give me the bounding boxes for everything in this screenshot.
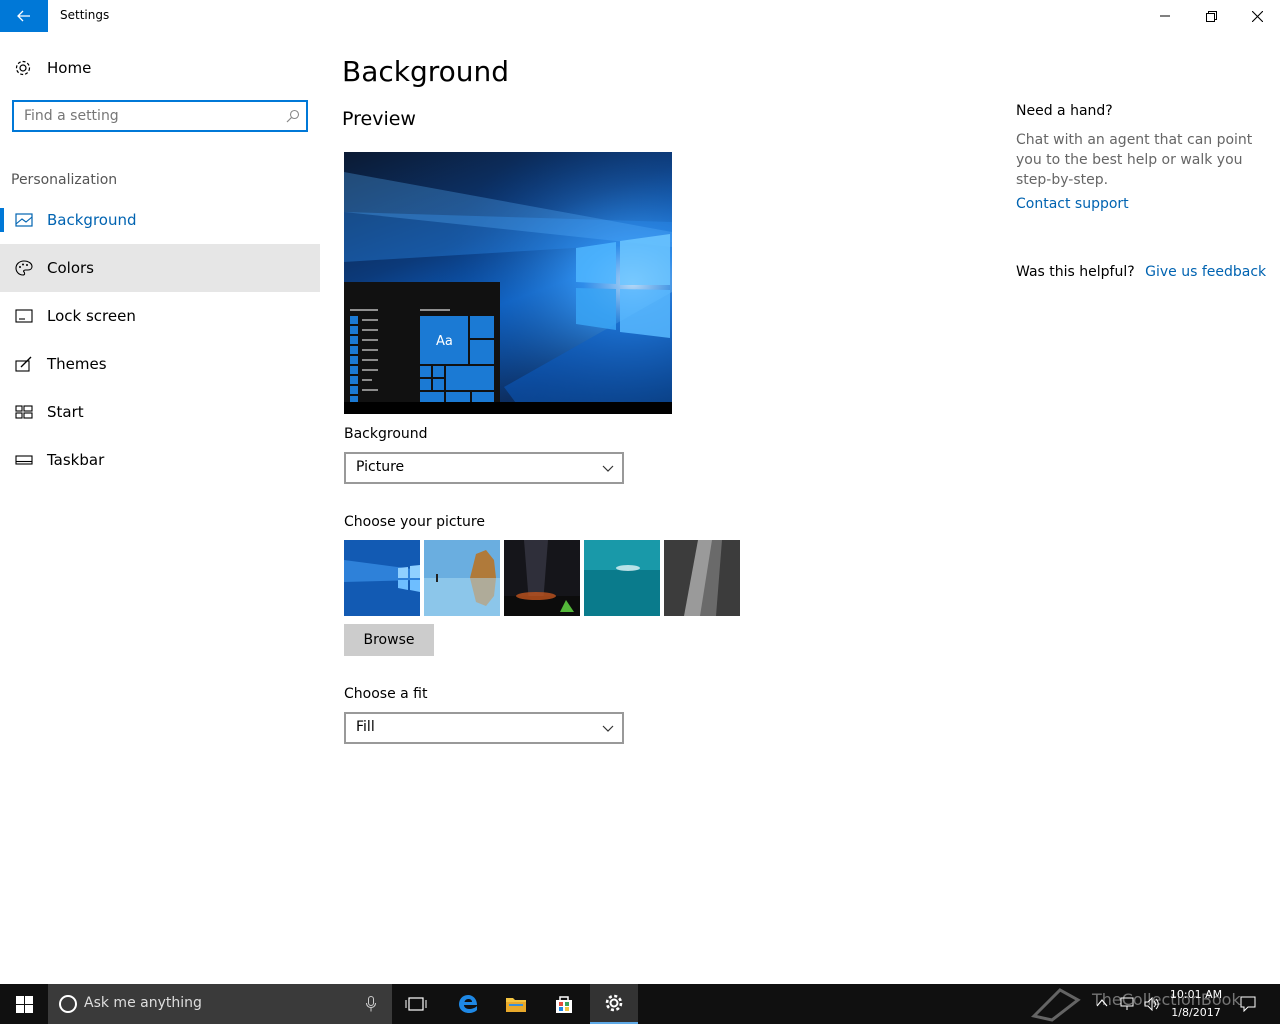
clock-time[interactable]: 10:01 AM [1166, 988, 1226, 1001]
choose-fit-label: Choose a fit [344, 686, 428, 702]
edge-browser-button[interactable] [444, 984, 492, 1024]
sidebar-item-taskbar[interactable]: Taskbar [0, 436, 320, 484]
helpful-row: Was this helpful? Give us feedback [1016, 264, 1266, 280]
volume-icon[interactable] [1144, 997, 1160, 1011]
windows-logo-icon [15, 995, 33, 1013]
picture-thumbnail-underwater[interactable] [584, 540, 660, 616]
background-dropdown-value: Picture [356, 459, 405, 475]
file-explorer-button[interactable] [492, 984, 540, 1024]
restore-icon [1205, 10, 1217, 22]
feedback-link[interactable]: Give us feedback [1145, 264, 1266, 280]
page-title: Background [342, 55, 510, 88]
network-icon[interactable] [1120, 997, 1134, 1011]
edge-icon [459, 995, 477, 1013]
help-text: Chat with an agent that can point you to… [1016, 132, 1253, 188]
sidebar-item-background[interactable]: Background [0, 196, 320, 244]
chevron-down-icon [602, 725, 614, 732]
sidebar-item-colors[interactable]: Colors [0, 244, 320, 292]
task-view-button[interactable] [392, 984, 440, 1024]
sidebar: Home Find a setting Personalization Back… [0, 32, 320, 984]
cortana-search-box[interactable]: Ask me anything [48, 984, 392, 1024]
sidebar-item-themes[interactable]: Themes [0, 340, 320, 388]
cortana-placeholder: Ask me anything [84, 995, 202, 1011]
chevron-down-icon [602, 465, 614, 472]
store-bag-icon [556, 996, 572, 1013]
preview-start-menu: Aa [344, 282, 500, 404]
choose-picture-label: Choose your picture [344, 514, 485, 530]
home-label: Home [47, 59, 92, 77]
help-title: Need a hand? [1016, 103, 1113, 119]
minimize-icon [1160, 15, 1170, 17]
search-input[interactable]: Find a setting [12, 100, 308, 132]
taskbar: Ask me anything TheCollectionBook 10:01 … [0, 984, 1280, 1024]
helpful-label: Was this helpful? [1016, 264, 1135, 280]
close-icon [1251, 10, 1263, 22]
browse-button[interactable]: Browse [344, 624, 434, 656]
back-button[interactable] [0, 0, 48, 32]
back-arrow-icon [17, 10, 30, 22]
restore-button[interactable] [1188, 0, 1234, 32]
settings-taskbar-button[interactable] [590, 984, 638, 1024]
gear-icon [15, 60, 31, 76]
picture-thumbnail-beach[interactable] [424, 540, 500, 616]
home-nav-item[interactable]: Home [0, 52, 320, 84]
picture-icon [15, 213, 33, 227]
folder-icon [506, 998, 526, 1012]
show-hidden-icons-chevron[interactable] [1096, 998, 1108, 1008]
preview-heading: Preview [342, 108, 416, 130]
themes-brush-icon [15, 356, 32, 372]
task-view-icon [405, 997, 427, 1011]
taskbar-icon [15, 455, 33, 465]
close-button[interactable] [1234, 0, 1280, 32]
search-icon [286, 109, 300, 123]
window-title: Settings [60, 8, 110, 22]
search-placeholder: Find a setting [24, 108, 119, 124]
picture-thumbnail-windows[interactable] [344, 540, 420, 616]
preview-tiles [350, 309, 494, 402]
background-label: Background [344, 426, 428, 442]
sidebar-item-start[interactable]: Start [0, 388, 320, 436]
start-button[interactable] [0, 984, 48, 1024]
selection-indicator [0, 208, 4, 232]
gear-icon [605, 994, 623, 1012]
desktop-preview: Aa [344, 152, 672, 414]
book-watermark-icon [1031, 988, 1081, 1022]
sidebar-item-label: Themes [47, 355, 107, 373]
sidebar-item-label: Background [47, 211, 137, 229]
preview-tile-text: Aa [436, 334, 453, 349]
clock-date[interactable]: 1/8/2017 [1166, 1006, 1226, 1019]
picture-thumbnail-rock[interactable] [664, 540, 740, 616]
sidebar-item-lock-screen[interactable]: Lock screen [0, 292, 320, 340]
lock-screen-icon [15, 309, 33, 323]
fit-dropdown[interactable]: Fill [344, 712, 624, 744]
palette-icon [15, 260, 33, 276]
microphone-icon[interactable] [366, 996, 376, 1012]
fit-dropdown-value: Fill [356, 719, 375, 735]
sidebar-item-label: Taskbar [47, 451, 105, 469]
store-button[interactable] [540, 984, 588, 1024]
background-dropdown[interactable]: Picture [344, 452, 624, 484]
action-center-icon[interactable] [1240, 996, 1256, 1012]
sidebar-item-label: Lock screen [47, 307, 136, 325]
section-label: Personalization [11, 172, 118, 188]
minimize-button[interactable] [1142, 0, 1188, 32]
picture-thumbnail-night-sky[interactable] [504, 540, 580, 616]
sidebar-item-label: Start [47, 403, 84, 421]
cortana-circle-icon [59, 995, 77, 1013]
sidebar-item-label: Colors [47, 259, 94, 277]
start-tiles-icon [15, 405, 33, 419]
title-bar: Settings [0, 0, 1280, 32]
preview-taskbar [344, 402, 672, 414]
contact-support-link[interactable]: Contact support [1016, 196, 1129, 212]
